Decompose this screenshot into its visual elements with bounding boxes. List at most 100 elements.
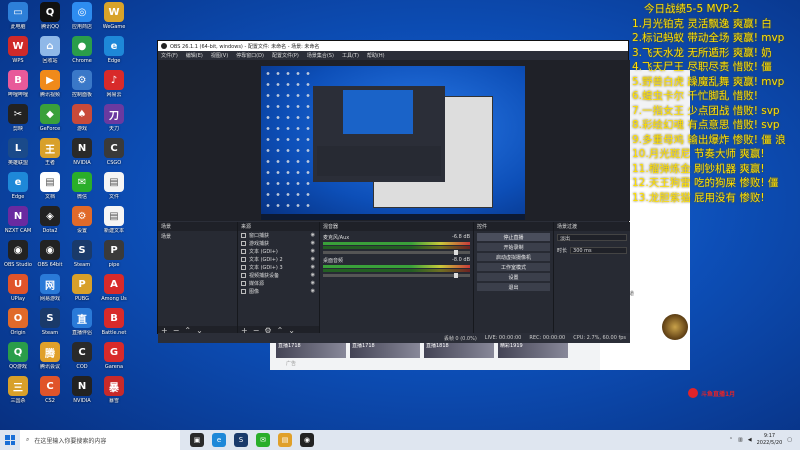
desktop-icon[interactable]: W WeGame bbox=[98, 2, 130, 30]
desktop-icon[interactable]: B Battle.net bbox=[98, 308, 130, 336]
desktop-icon[interactable]: ◎ 应用商店 bbox=[66, 2, 98, 30]
visibility-eye-icon[interactable]: ◉ bbox=[311, 280, 315, 286]
desktop-icon[interactable]: ▤ 新建文本 bbox=[98, 206, 130, 234]
desktop-icon[interactable]: e Edge bbox=[2, 172, 34, 200]
source-item[interactable]: 视频捕获设备 ◉ bbox=[238, 271, 319, 279]
transition-select[interactable]: 淡出 bbox=[557, 234, 627, 242]
menu-item[interactable]: 文件(F) bbox=[161, 52, 178, 59]
source-item[interactable]: 游戏捕获 ◉ bbox=[238, 239, 319, 247]
desktop-icon[interactable]: 王王者 bbox=[34, 138, 66, 166]
desktop-icon[interactable]: N NVIDIA bbox=[66, 376, 98, 404]
menu-item[interactable]: 配置文件(P) bbox=[272, 52, 299, 59]
network-icon[interactable]: ▥ bbox=[738, 437, 743, 443]
desktop-icon[interactable]: ⌂ 回收站 bbox=[34, 36, 66, 64]
task-view-icon[interactable]: ▣ bbox=[190, 433, 204, 447]
file-explorer-icon[interactable]: ▤ bbox=[278, 433, 292, 447]
notification-icon[interactable]: ▢ bbox=[787, 437, 792, 443]
control-button[interactable]: 开始录制 bbox=[477, 243, 550, 251]
desktop-icon[interactable]: W WPS bbox=[2, 36, 34, 64]
desktop-icon[interactable]: ✉ 微信 bbox=[66, 172, 98, 200]
desktop-icon[interactable]: C CSGO bbox=[98, 138, 130, 166]
control-button[interactable]: 启动虚拟摄像机 bbox=[477, 253, 550, 261]
desktop-icon[interactable]: ● Chrome bbox=[66, 36, 98, 64]
source-item[interactable]: 文本 (GDI+) ◉ bbox=[238, 247, 319, 255]
wechat-icon[interactable]: ✉ bbox=[256, 433, 270, 447]
visibility-eye-icon[interactable]: ◉ bbox=[311, 272, 315, 278]
visibility-eye-icon[interactable]: ◉ bbox=[311, 240, 315, 246]
duration-input[interactable]: 300 ms bbox=[570, 247, 627, 254]
edge-icon[interactable]: e bbox=[212, 433, 226, 447]
control-button[interactable]: 停止直播 bbox=[477, 233, 550, 241]
visibility-eye-icon[interactable]: ◉ bbox=[311, 264, 315, 270]
clock[interactable]: 9:17 2022/5/20 bbox=[757, 433, 783, 447]
desktop-icon[interactable]: ♪ 网易云 bbox=[98, 70, 130, 98]
desktop-icon[interactable]: C COD bbox=[66, 342, 98, 370]
desktop-icon[interactable]: O Origin bbox=[2, 308, 34, 336]
menu-item[interactable]: 停靠窗口(D) bbox=[236, 52, 264, 59]
source-item[interactable]: 媒体源 ◉ bbox=[238, 279, 319, 287]
desktop-icon[interactable]: ⚙ 设置 bbox=[66, 206, 98, 234]
desktop-icon[interactable]: ◆ GeForce bbox=[34, 104, 66, 132]
menu-item[interactable]: 工具(T) bbox=[342, 52, 359, 59]
chevron-up-icon[interactable]: ⌃ bbox=[729, 437, 733, 443]
desktop-icon[interactable]: G Garena bbox=[98, 342, 130, 370]
volume-icon[interactable]: ◀ bbox=[748, 437, 752, 443]
desktop-icon[interactable]: ▤ 文件 bbox=[98, 172, 130, 200]
source-item[interactable]: 文本 (GDI+) 2 ◉ bbox=[238, 255, 319, 263]
desktop-icon[interactable]: ◈ Dota2 bbox=[34, 206, 66, 234]
obs-icon[interactable]: ◉ bbox=[300, 433, 314, 447]
desktop-icon[interactable]: N NVIDIA bbox=[66, 138, 98, 166]
desktop-icon[interactable]: ⚙ 控制面板 bbox=[66, 70, 98, 98]
desktop-icon[interactable]: ◉ OBS Studio bbox=[2, 240, 34, 268]
desktop-icon[interactable]: 腾腾讯会议 bbox=[34, 342, 66, 370]
desktop-icon[interactable]: ♠ 游戏 bbox=[66, 104, 98, 132]
source-item[interactable]: 文本 (GDI+) 3 ◉ bbox=[238, 263, 319, 271]
visibility-eye-icon[interactable]: ◉ bbox=[311, 232, 315, 238]
fader-knob[interactable] bbox=[454, 273, 458, 278]
desktop-icon[interactable]: C CS2 bbox=[34, 376, 66, 404]
desktop-icon[interactable]: e Edge bbox=[98, 36, 130, 64]
desktop-icon[interactable]: ▤ 文档 bbox=[34, 172, 66, 200]
control-button[interactable]: 工作室模式 bbox=[477, 263, 550, 271]
desktop-icon[interactable]: Q QQ游戏 bbox=[2, 342, 34, 370]
steam-icon[interactable]: S bbox=[234, 433, 248, 447]
scene-item[interactable]: 场景 bbox=[158, 231, 237, 242]
control-button[interactable]: 设置 bbox=[477, 273, 550, 281]
desktop-icon[interactable]: U UPlay bbox=[2, 274, 34, 302]
desktop-icon[interactable]: N NZXT CAM bbox=[2, 206, 34, 234]
desktop-icon[interactable]: 暴暴雪 bbox=[98, 376, 130, 404]
desktop-icon[interactable]: P PUBG bbox=[66, 274, 98, 302]
source-item[interactable]: 窗口捕获 ◉ bbox=[238, 231, 319, 239]
control-button[interactable]: 退出 bbox=[477, 283, 550, 291]
desktop-icon[interactable]: ▶ 腾讯视频 bbox=[34, 70, 66, 98]
menu-item[interactable]: 帮助(H) bbox=[367, 52, 385, 59]
desktop-icon[interactable]: B 哔哩哔哩 bbox=[2, 70, 34, 98]
desktop-icon[interactable]: 刀天刀 bbox=[98, 104, 130, 132]
desktop-icon[interactable]: 三三国杀 bbox=[2, 376, 34, 404]
desktop-icon[interactable]: L 英雄联盟 bbox=[2, 138, 34, 166]
obs-preview[interactable] bbox=[158, 60, 630, 221]
desktop-icon[interactable]: ✂ 剪映 bbox=[2, 104, 34, 132]
menu-item[interactable]: 场景集合(S) bbox=[307, 52, 334, 59]
obs-titlebar[interactable]: OBS 26.1.1 (64-bit, windows) - 配置文件: 未命名… bbox=[158, 41, 628, 51]
volume-fader[interactable] bbox=[323, 273, 470, 278]
desktop-icon[interactable]: A Among Us bbox=[98, 274, 130, 302]
desktop-icon[interactable]: ▭ 此电脑 bbox=[2, 2, 34, 30]
volume-fader[interactable] bbox=[323, 250, 470, 255]
desktop-icon[interactable]: Q 腾讯QQ bbox=[34, 2, 66, 30]
fader-knob[interactable] bbox=[454, 250, 458, 255]
desktop-icon[interactable]: S Steam bbox=[66, 240, 98, 268]
desktop-icon[interactable]: 网网易游戏 bbox=[34, 274, 66, 302]
start-button[interactable] bbox=[0, 430, 20, 450]
menu-item[interactable]: 视图(V) bbox=[211, 52, 228, 59]
taskbar-search[interactable]: ⌕ 在这里输入你要搜索的内容 bbox=[20, 430, 180, 450]
desktop-icon[interactable]: S Steam bbox=[34, 308, 66, 336]
obs-window[interactable]: OBS 26.1.1 (64-bit, windows) - 配置文件: 未命名… bbox=[157, 40, 630, 343]
visibility-eye-icon[interactable]: ◉ bbox=[311, 248, 315, 254]
visibility-eye-icon[interactable]: ◉ bbox=[311, 288, 315, 294]
desktop-icon[interactable]: ◉ OBS 64bit bbox=[34, 240, 66, 268]
desktop-icon[interactable]: Ppipe bbox=[98, 240, 130, 268]
source-item[interactable]: 图像 ◉ bbox=[238, 287, 319, 295]
menu-item[interactable]: 编辑(E) bbox=[186, 52, 203, 59]
desktop-icon[interactable]: 直直播伴侣 bbox=[66, 308, 98, 336]
